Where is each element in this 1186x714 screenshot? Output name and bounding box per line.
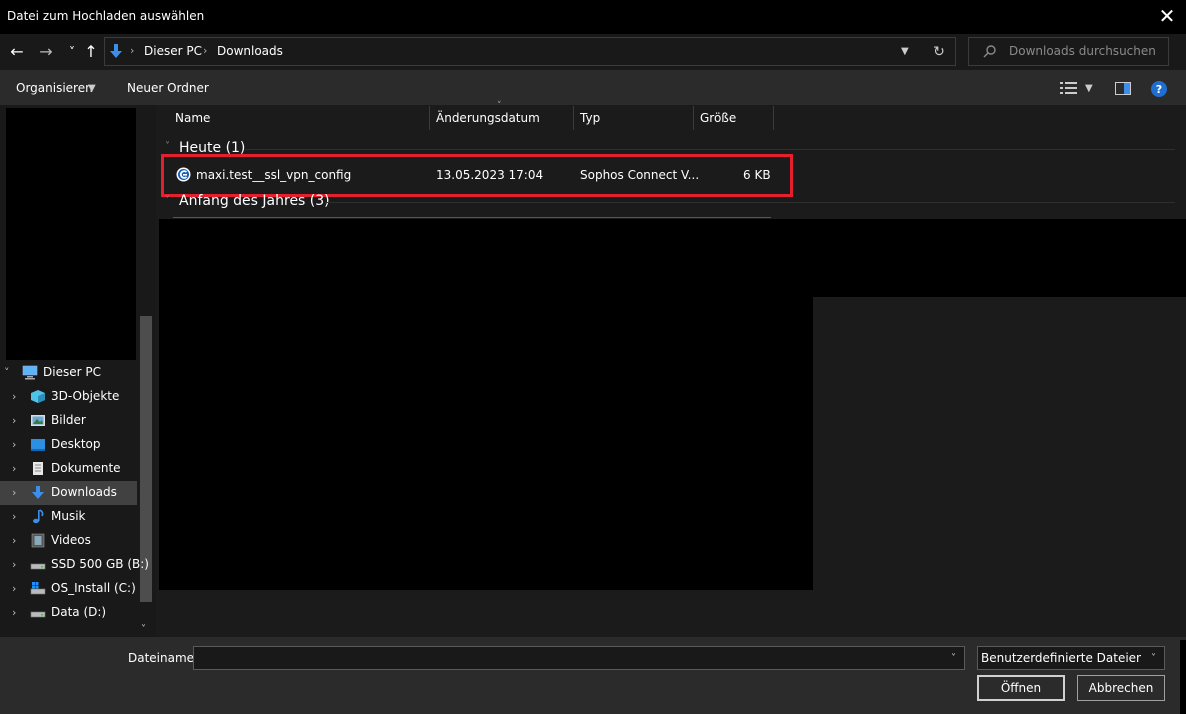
document-icon bbox=[33, 462, 43, 475]
redacted-area bbox=[813, 219, 1186, 297]
chevron-right-icon[interactable]: › bbox=[12, 462, 16, 475]
breadcrumb-separator-icon: › bbox=[203, 44, 208, 57]
chevron-right-icon[interactable]: › bbox=[12, 438, 16, 451]
recent-locations-button[interactable]: ˅ bbox=[62, 42, 82, 62]
column-header-modified[interactable]: Änderungsdatum bbox=[436, 111, 540, 125]
desktop-icon bbox=[31, 439, 45, 451]
filename-input[interactable] bbox=[193, 646, 965, 670]
filename-label: Dateiname: bbox=[128, 651, 199, 665]
breadcrumb-downloads[interactable]: Downloads bbox=[217, 44, 283, 58]
sidebar-item-label: Dokumente bbox=[51, 461, 121, 475]
search-placeholder: Downloads durchsuchen bbox=[1009, 44, 1156, 58]
sidebar-item-3d-objekte[interactable]: › 3D-Objekte bbox=[0, 385, 137, 409]
chevron-right-icon[interactable]: › bbox=[12, 582, 16, 595]
redacted-area bbox=[6, 108, 136, 360]
chevron-right-icon[interactable]: › bbox=[12, 534, 16, 547]
window-title: Datei zum Hochladen auswählen bbox=[7, 9, 205, 23]
pictures-icon bbox=[31, 415, 45, 426]
sidebar-item-downloads[interactable]: › Downloads bbox=[0, 481, 137, 505]
column-separator[interactable] bbox=[429, 106, 430, 130]
breadcrumb-dieser-pc[interactable]: Dieser PC bbox=[144, 44, 202, 58]
back-button[interactable]: ← bbox=[7, 42, 27, 62]
scroll-down-icon[interactable]: ˅ bbox=[141, 624, 146, 635]
sidebar-item-musik[interactable]: › Musik bbox=[0, 505, 137, 529]
help-icon[interactable]: ? bbox=[1151, 81, 1167, 97]
column-header-size[interactable]: Größe bbox=[700, 111, 736, 125]
window-edge bbox=[1180, 640, 1186, 714]
sidebar-item-label: OS_Install (C:) bbox=[51, 581, 136, 595]
chevron-down-icon[interactable]: ˅ bbox=[4, 366, 10, 379]
column-header-type[interactable]: Typ bbox=[580, 111, 600, 125]
divider bbox=[173, 217, 771, 218]
chevron-right-icon[interactable]: › bbox=[12, 606, 16, 619]
group-divider bbox=[325, 202, 1175, 203]
computer-icon bbox=[22, 365, 38, 380]
chevron-right-icon[interactable]: › bbox=[12, 558, 16, 571]
sidebar-item-label: Data (D:) bbox=[51, 605, 107, 619]
sidebar-item-label: Downloads bbox=[51, 485, 117, 499]
video-icon bbox=[31, 533, 45, 548]
chevron-right-icon[interactable]: › bbox=[12, 510, 16, 523]
group-collapse-icon[interactable]: ˅ bbox=[165, 141, 170, 152]
filename-dropdown-icon[interactable]: ˅ bbox=[951, 653, 956, 664]
up-button[interactable]: ↑ bbox=[81, 42, 101, 62]
sidebar-item-label: Bilder bbox=[51, 413, 86, 427]
chevron-right-icon[interactable]: › bbox=[12, 414, 16, 427]
sidebar-item-dokumente[interactable]: › Dokumente bbox=[0, 457, 137, 481]
sidebar-item-label: Musik bbox=[51, 509, 86, 523]
sidebar-item-videos[interactable]: › Videos bbox=[0, 529, 137, 553]
drive-icon bbox=[30, 563, 46, 570]
group-divider bbox=[245, 149, 1175, 150]
forward-button[interactable]: → bbox=[36, 42, 56, 62]
view-options-icon[interactable] bbox=[1060, 82, 1078, 94]
cube-icon bbox=[31, 390, 45, 403]
column-separator[interactable] bbox=[693, 106, 694, 130]
sidebar-item-data[interactable]: › Data (D:) bbox=[0, 601, 137, 625]
organize-dropdown-icon[interactable]: ▼ bbox=[88, 83, 96, 94]
sidebar-item-label: Dieser PC bbox=[43, 365, 101, 379]
cancel-button[interactable]: Abbrechen bbox=[1077, 675, 1165, 701]
column-separator[interactable] bbox=[573, 106, 574, 130]
download-arrow-icon bbox=[110, 44, 122, 58]
sidebar-item-os-install[interactable]: › OS_Install (C:) bbox=[0, 577, 137, 601]
sidebar-item-desktop[interactable]: › Desktop bbox=[0, 433, 137, 457]
music-icon bbox=[33, 509, 44, 524]
chevron-right-icon[interactable]: › bbox=[12, 486, 16, 499]
redacted-area bbox=[159, 219, 813, 590]
sidebar-item-label: Desktop bbox=[51, 437, 101, 451]
file-type-filter-value: Benutzerdefinierte Dateien (*.scx) bbox=[981, 651, 1141, 665]
group-header-anfang-des-jahres[interactable]: Anfang des Jahres (3) bbox=[179, 193, 330, 209]
sidebar-item-dieser-pc[interactable]: ˅ Dieser PC bbox=[0, 361, 137, 385]
filter-dropdown-icon[interactable]: ˅ bbox=[1151, 653, 1156, 664]
address-dropdown-icon[interactable]: ▼ bbox=[901, 46, 909, 57]
sidebar-item-ssd[interactable]: › SSD 500 GB (B:) bbox=[0, 553, 149, 577]
svg-text:?: ? bbox=[1156, 83, 1162, 96]
new-folder-button[interactable]: Neuer Ordner bbox=[127, 81, 209, 95]
organize-button[interactable]: Organisieren bbox=[16, 81, 93, 95]
download-icon bbox=[32, 486, 44, 499]
sidebar-item-bilder[interactable]: › Bilder bbox=[0, 409, 137, 433]
group-collapse-icon[interactable]: ˅ bbox=[165, 195, 170, 206]
view-dropdown-icon[interactable]: ▼ bbox=[1085, 83, 1093, 94]
close-button[interactable]: ✕ bbox=[1156, 4, 1178, 28]
sidebar-item-label: Videos bbox=[51, 533, 91, 547]
open-button[interactable]: Öffnen bbox=[977, 675, 1065, 701]
chevron-right-icon[interactable]: › bbox=[12, 390, 16, 403]
refresh-button[interactable]: ↻ bbox=[929, 42, 949, 62]
search-icon bbox=[983, 45, 996, 58]
drive-icon bbox=[30, 611, 46, 618]
column-separator[interactable] bbox=[773, 106, 774, 130]
sidebar-item-label: 3D-Objekte bbox=[51, 389, 120, 403]
breadcrumb-separator-icon: › bbox=[130, 44, 135, 57]
sort-indicator-icon: ˅ bbox=[497, 101, 502, 111]
column-header-name[interactable]: Name bbox=[175, 111, 210, 125]
preview-pane-icon[interactable] bbox=[1115, 82, 1131, 95]
sidebar-item-label: SSD 500 GB (B:) bbox=[51, 557, 149, 571]
windows-drive-icon bbox=[30, 582, 46, 595]
highlight-annotation bbox=[161, 154, 793, 197]
